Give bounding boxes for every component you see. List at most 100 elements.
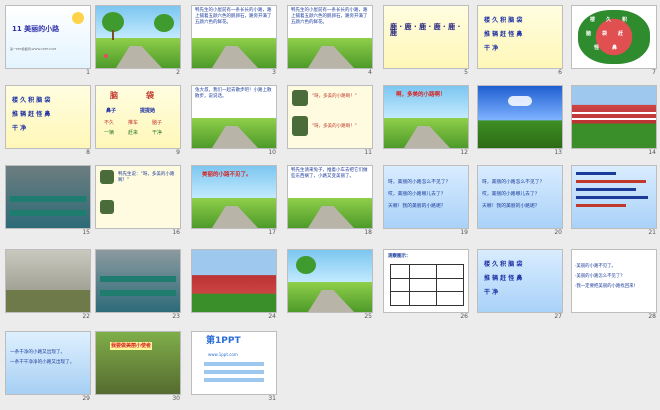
slide-15-thumb[interactable] (6, 166, 90, 228)
slide-30-thumb[interactable]: 我要做美丽小使者 (96, 332, 180, 394)
slide-11-thumb[interactable]: "呀，多美的小路啊！" "呀，多美的小路啊！" (288, 86, 372, 148)
slide-9-word: 脑 (110, 91, 118, 100)
slide-5-thumb[interactable]: 鹿 · 鹿 · 鹿 · 鹿 · 鹿 · 鹿 (384, 6, 468, 68)
slide-17[interactable]: 美丽的小路不见了。 17 (192, 166, 276, 236)
slide-9[interactable]: 脑 袋 鼻子 提提她 不久 推车 脑子 一辆 赶来 干净 9 (96, 86, 180, 156)
slide-2[interactable]: 2 (96, 6, 180, 76)
slide-7-char: 久 (606, 17, 612, 23)
slide-7[interactable]: 楼 久 积 脑 袋 赶 怪 鼻 7 (572, 6, 656, 76)
track-line (572, 112, 656, 114)
slide-19-thumb[interactable]: 呀，美丽的小路怎么不见了？ 哎，美丽的小路哪儿去了？ 天哪！我的美丽的小路呢？ (384, 166, 468, 228)
slide-4-text: 鸭先生的小屋前有一条长长的小路，路上铺着五颜六色的鹅卵石，路旁开满了五颜六色的鲜… (291, 8, 368, 25)
slide-3[interactable]: 鸭先生的小屋前有一条长长的小路，路上铺着五颜六色的鹅卵石，路旁开满了五颜六色的鲜… (192, 6, 276, 76)
slide-31[interactable]: 第1PPT www.1ppt.com 31 (192, 332, 276, 402)
slide-25[interactable]: 25 (288, 250, 372, 320)
slide-30[interactable]: 我要做美丽小使者 30 (96, 332, 180, 402)
slide-9-thumb[interactable]: 脑 袋 鼻子 提提她 不久 推车 脑子 一辆 赶来 干净 (96, 86, 180, 148)
slide-1-thumb[interactable]: 11 美丽的小路 第一PPT模板网-WWW.1PPT.COM (6, 6, 90, 68)
slide-14[interactable]: 14 (572, 86, 656, 156)
slide-7-char: 积 (622, 17, 628, 23)
slide-13[interactable]: 13 (478, 86, 562, 156)
slide-18[interactable]: 鸭先生请来兔子，推着小车去把它们做些东西摘了，小路又变美丽了。 18 (288, 166, 372, 236)
slide-number: 8 (86, 149, 90, 156)
slide-23[interactable]: 23 (96, 250, 180, 320)
slide-22[interactable]: 22 (6, 250, 90, 320)
apple-tree-graphic (578, 10, 650, 64)
slide-26-title: 观察图示： (388, 254, 411, 259)
slide-26-thumb[interactable]: 观察图示： (384, 250, 468, 312)
slide-27-row: 推 辆 赶 怪 鼻 (484, 275, 523, 282)
slide-number: 1 (86, 69, 90, 76)
slide-20[interactable]: 呀，美丽的小路怎么不见了？ 哎，美丽的小路哪儿去了？ 天哪！我的美丽的小路呢？ … (478, 166, 562, 236)
slide-17-thumb[interactable]: 美丽的小路不见了。 (192, 166, 276, 228)
slide-24[interactable]: 24 (192, 250, 276, 320)
slide-1-sub: 第一PPT模板网-WWW.1PPT.COM (10, 47, 57, 51)
slide-4[interactable]: 鸭先生的小屋前有一条长长的小路，路上铺着五颜六色的鹅卵石，路旁开满了五颜六色的鲜… (288, 6, 372, 76)
info-line (204, 378, 264, 382)
slide-20-thumb[interactable]: 呀，美丽的小路怎么不见了？ 哎，美丽的小路哪儿去了？ 天哪！我的美丽的小路呢？ (478, 166, 562, 228)
duck-picture (100, 170, 114, 184)
slide-16[interactable]: 鸭先生说：“呀，多美的小路啊！” 16 (96, 166, 180, 236)
slide-6-thumb[interactable]: 楼 久 积 脑 袋 推 辆 赶 怪 鼻 干 净 (478, 6, 562, 68)
slide-6-row: 推 辆 赶 怪 鼻 (484, 31, 523, 38)
slide-24-thumb[interactable] (192, 250, 276, 312)
slide-7-thumb[interactable]: 楼 久 积 脑 袋 赶 怪 鼻 (572, 6, 656, 68)
slide-sorter-grid: 11 美丽的小路 第一PPT模板网-WWW.1PPT.COM 1 2 鸭先生的小… (0, 0, 660, 410)
slide-3-thumb[interactable]: 鸭先生的小屋前有一条长长的小路，路上铺着五颜六色的鹅卵石，路旁开满了五颜六色的鲜… (192, 6, 276, 68)
slide-15[interactable]: 15 (6, 166, 90, 236)
slide-number: 20 (554, 229, 562, 236)
slide-1[interactable]: 11 美丽的小路 第一PPT模板网-WWW.1PPT.COM 1 (6, 6, 90, 76)
slide-29[interactable]: 一条干净的小路又出现了。 一条干干净净的小路又出现了。 29 (6, 332, 90, 402)
slide-18-text: 鸭先生请来兔子，推着小车去把它们做些东西摘了，小路又变美丽了。 (291, 168, 368, 179)
slide-2-thumb[interactable] (96, 6, 180, 68)
desk-row (100, 290, 176, 296)
slide-12-thumb[interactable]: 啊，多美的小路啊！ (384, 86, 468, 148)
slide-28[interactable]: ·美丽的小路不见了。 ·美丽的小路怎么不见了？ ·我一定要把美丽的小路找回来！ … (572, 250, 656, 320)
slide-13-thumb[interactable] (478, 86, 562, 148)
slide-19-line: 哎，美丽的小路哪儿去了？ (388, 192, 446, 197)
slide-6[interactable]: 楼 久 积 脑 袋 推 辆 赶 怪 鼻 干 净 6 (478, 6, 562, 76)
table-line (391, 291, 463, 292)
slide-5-chars: 鹿 · 鹿 · 鹿 · 鹿 · 鹿 · 鹿 (390, 23, 461, 37)
slide-27-thumb[interactable]: 楼 久 积 脑 袋 推 辆 赶 怪 鼻 干 净 (478, 250, 562, 312)
slide-8[interactable]: 楼 久 积 脑 袋 推 辆 赶 怪 鼻 干 净 8 (6, 86, 90, 156)
slide-31-thumb[interactable]: 第1PPT www.1ppt.com (192, 332, 276, 394)
slide-1-title: 11 美丽的小路 (12, 25, 60, 33)
slide-16-thumb[interactable]: 鸭先生说：“呀，多美的小路啊！” (96, 166, 180, 228)
slide-10-thumb[interactable]: 兔大叔，我们一起去散步吧！小路上散散步，说说话。 (192, 86, 276, 148)
slide-21[interactable]: 21 (572, 166, 656, 236)
slide-5[interactable]: 鹿 · 鹿 · 鹿 · 鹿 · 鹿 · 鹿 5 (384, 6, 468, 76)
slide-19-line: 天哪！我的美丽的小路呢？ (388, 204, 446, 209)
rabbit-picture (292, 116, 308, 136)
slide-28-thumb[interactable]: ·美丽的小路不见了。 ·美丽的小路怎么不见了？ ·我一定要把美丽的小路找回来！ (572, 250, 656, 312)
slide-20-line: 呀，美丽的小路怎么不见了？ (482, 180, 545, 185)
slide-18-thumb[interactable]: 鸭先生请来兔子，推着小车去把它们做些东西摘了，小路又变美丽了。 (288, 166, 372, 228)
slide-11[interactable]: "呀，多美的小路啊！" "呀，多美的小路啊！" 11 (288, 86, 372, 156)
slide-23-thumb[interactable] (96, 250, 180, 312)
slide-27-row: 干 净 (484, 289, 499, 296)
slide-29-line: 一条干干净净的小路又出现了。 (10, 360, 75, 365)
slide-8-thumb[interactable]: 楼 久 积 脑 袋 推 辆 赶 怪 鼻 干 净 (6, 86, 90, 148)
text-line (576, 188, 636, 191)
slide-6-row: 楼 久 积 脑 袋 (484, 17, 523, 24)
slide-16-text: 鸭先生说：“呀，多美的小路啊！” (118, 172, 175, 183)
slide-22-thumb[interactable] (6, 250, 90, 312)
text-line (576, 204, 626, 207)
slide-12[interactable]: 啊，多美的小路啊！ 12 (384, 86, 468, 156)
slide-19[interactable]: 呀，美丽的小路怎么不见了？ 哎，美丽的小路哪儿去了？ 天哪！我的美丽的小路呢？ … (384, 166, 468, 236)
slide-25-thumb[interactable] (288, 250, 372, 312)
slide-14-thumb[interactable] (572, 86, 656, 148)
desk-row (100, 276, 176, 282)
tree-icon (296, 256, 316, 274)
slide-26[interactable]: 观察图示： 26 (384, 250, 468, 320)
slide-27[interactable]: 楼 久 积 脑 袋 推 辆 赶 怪 鼻 干 净 27 (478, 250, 562, 320)
slide-29-thumb[interactable]: 一条干净的小路又出现了。 一条干干净净的小路又出现了。 (6, 332, 90, 394)
slide-number: 7 (652, 69, 656, 76)
slide-number: 13 (554, 149, 562, 156)
slide-10[interactable]: 兔大叔，我们一起去散步吧！小路上散散步，说说话。 10 (192, 86, 276, 156)
slide-21-thumb[interactable] (572, 166, 656, 228)
slide-28-line: ·美丽的小路不见了。 (575, 264, 616, 269)
slide-8-row: 干 净 (12, 125, 27, 132)
slide-4-thumb[interactable]: 鸭先生的小屋前有一条长长的小路，路上铺着五颜六色的鹅卵石，路旁开满了五颜六色的鲜… (288, 6, 372, 68)
slide-number: 28 (648, 313, 656, 320)
